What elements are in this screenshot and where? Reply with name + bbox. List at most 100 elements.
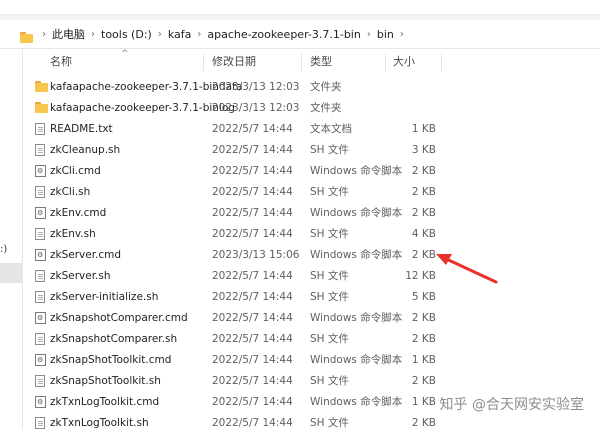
- file-name: zkSnapShotToolkit.cmd: [50, 354, 172, 366]
- file-name: zkServer-initialize.sh: [50, 291, 159, 303]
- file-icon: [35, 228, 45, 240]
- folder-icon: [35, 81, 48, 92]
- column-size[interactable]: 大小: [393, 49, 415, 75]
- file-name: zkServer.sh: [50, 270, 111, 282]
- file-row[interactable]: README.txt 2022/5/7 14:44 文本文档 1 KB: [23, 119, 600, 140]
- file-date: 2022/5/7 14:44: [212, 354, 293, 366]
- column-type[interactable]: 类型: [310, 49, 332, 75]
- file-size: 2 KB: [411, 249, 436, 261]
- file-type: SH 文件: [310, 333, 349, 345]
- file-name: zkSnapShotToolkit.sh: [50, 375, 161, 387]
- breadcrumb-item-zookeeper[interactable]: apache-zookeeper-3.7.1-bin: [207, 28, 360, 41]
- file-row[interactable]: kafaapache-zookeeper-3.7.1-binlog 2023/3/…: [23, 98, 600, 119]
- file-date: 2022/5/7 14:44: [212, 144, 293, 156]
- file-row[interactable]: kafaapache-zookeeper-3.7.1-bindata 2023/3…: [23, 77, 600, 98]
- column-date[interactable]: 修改日期: [212, 49, 256, 75]
- script-icon: ⚙: [35, 312, 46, 324]
- file-size: 12 KB: [405, 270, 436, 282]
- file-row[interactable]: zkSnapShotToolkit.sh 2022/5/7 14:44 SH 文件 2…: [23, 371, 600, 392]
- file-row[interactable]: ⚙ zkServer.cmd 2023/3/13 15:06 Windows 命令脚本…: [23, 245, 600, 266]
- file-type: SH 文件: [310, 228, 349, 240]
- file-name: zkEnv.cmd: [50, 207, 107, 219]
- file-row[interactable]: ⚙ zkSnapShotToolkit.cmd 2022/5/7 14:44 Wind…: [23, 350, 600, 371]
- chevron-right-icon: ›: [399, 28, 404, 40]
- navigation-pane[interactable]: :): [0, 49, 23, 430]
- file-size: 2 KB: [411, 417, 436, 429]
- file-icon: [35, 417, 45, 429]
- file-name: zkCli.sh: [50, 186, 91, 198]
- file-type: SH 文件: [310, 291, 349, 303]
- text-file-icon: [35, 123, 45, 135]
- file-name: zkTxnLogToolkit.sh: [50, 417, 149, 429]
- file-icon: [35, 375, 45, 387]
- file-size: 3 KB: [411, 144, 436, 156]
- file-icon: [35, 291, 45, 303]
- nav-pane-selected-item[interactable]: [0, 263, 22, 283]
- chevron-right-icon: ›: [197, 28, 202, 40]
- file-list: kafaapache-zookeeper-3.7.1-bindata 2023/3…: [23, 77, 600, 434]
- breadcrumb-item-this-pc[interactable]: 此电脑: [52, 26, 85, 42]
- file-date: 2022/5/7 14:44: [212, 312, 293, 324]
- chevron-right-icon: ›: [42, 28, 46, 40]
- file-date: 2023/3/13 12:03: [212, 81, 300, 93]
- file-type: SH 文件: [310, 144, 349, 156]
- file-row[interactable]: zkTxnLogToolkit.sh 2022/5/7 14:44 SH 文件 2 K…: [23, 413, 600, 434]
- file-icon: [35, 186, 45, 198]
- column-divider[interactable]: [301, 53, 302, 71]
- file-size: 2 KB: [411, 165, 436, 177]
- column-name[interactable]: 名称: [50, 49, 72, 75]
- chevron-right-icon: ›: [91, 28, 95, 40]
- file-type: SH 文件: [310, 186, 349, 198]
- file-type: 文件夹: [310, 102, 342, 114]
- breadcrumb-item-bin[interactable]: bin: [377, 28, 394, 41]
- file-name: zkTxnLogToolkit.cmd: [50, 396, 160, 408]
- chevron-right-icon: ›: [157, 28, 162, 40]
- file-date: 2023/3/13 12:03: [212, 102, 300, 114]
- file-name: README.txt: [50, 123, 113, 135]
- column-header: ^ 名称 修改日期 类型 大小: [23, 49, 600, 75]
- file-row[interactable]: zkCleanup.sh 2022/5/7 14:44 SH 文件 3 KB: [23, 140, 600, 161]
- file-date: 2023/3/13 15:06: [212, 249, 300, 261]
- file-date: 2022/5/7 14:44: [212, 165, 293, 177]
- column-divider[interactable]: [441, 53, 442, 71]
- file-size: 2 KB: [411, 186, 436, 198]
- script-icon: ⚙: [35, 207, 46, 219]
- breadcrumb-item-kafa[interactable]: kafa: [168, 28, 192, 41]
- file-size: 4 KB: [411, 228, 436, 240]
- file-type: 文本文档: [310, 123, 352, 135]
- breadcrumb: › 此电脑 › tools (D:) › kafa › apache-zooke…: [36, 20, 410, 48]
- file-name: zkCleanup.sh: [50, 144, 121, 156]
- file-icon: [35, 333, 45, 345]
- column-divider[interactable]: [203, 53, 204, 71]
- file-date: 2022/5/7 14:44: [212, 123, 293, 135]
- file-row[interactable]: zkSnapshotComparer.sh 2022/5/7 14:44 SH 文件…: [23, 329, 600, 350]
- file-icon: [35, 270, 45, 282]
- file-size: 5 KB: [411, 291, 436, 303]
- watermark: 知乎 @合天网安实验室: [439, 397, 584, 413]
- file-type: 文件夹: [310, 81, 342, 93]
- file-row[interactable]: zkServer.sh 2022/5/7 14:44 SH 文件 12 KB: [23, 266, 600, 287]
- file-date: 2022/5/7 14:44: [212, 333, 293, 345]
- breadcrumb-item-drive[interactable]: tools (D:): [101, 28, 152, 41]
- file-type: SH 文件: [310, 417, 349, 429]
- file-date: 2022/5/7 14:44: [212, 207, 293, 219]
- chevron-right-icon: ›: [366, 28, 371, 40]
- file-row[interactable]: ⚙ zkEnv.cmd 2022/5/7 14:44 Windows 命令脚本 2 KB: [23, 203, 600, 224]
- column-divider[interactable]: [385, 53, 386, 71]
- file-date: 2022/5/7 14:44: [212, 270, 293, 282]
- file-row[interactable]: ⚙ zkSnapshotComparer.cmd 2022/5/7 14:44 Win…: [23, 308, 600, 329]
- file-row[interactable]: zkServer-initialize.sh 2022/5/7 14:44 SH 文…: [23, 287, 600, 308]
- file-size: 2 KB: [411, 375, 436, 387]
- sort-ascending-icon: ^: [121, 49, 129, 59]
- file-row[interactable]: zkCli.sh 2022/5/7 14:44 SH 文件 2 KB: [23, 182, 600, 203]
- file-date: 2022/5/7 14:44: [212, 291, 293, 303]
- file-row[interactable]: zkEnv.sh 2022/5/7 14:44 SH 文件 4 KB: [23, 224, 600, 245]
- file-name: zkSnapshotComparer.cmd: [50, 312, 188, 324]
- file-size: [385, 98, 436, 119]
- script-icon: ⚙: [35, 396, 46, 408]
- address-bar[interactable]: › 此电脑 › tools (D:) › kafa › apache-zooke…: [0, 20, 600, 49]
- file-type: SH 文件: [310, 270, 349, 282]
- script-icon: ⚙: [35, 165, 46, 177]
- file-name: zkServer.cmd: [50, 249, 122, 261]
- file-row[interactable]: ⚙ zkCli.cmd 2022/5/7 14:44 Windows 命令脚本 2 KB: [23, 161, 600, 182]
